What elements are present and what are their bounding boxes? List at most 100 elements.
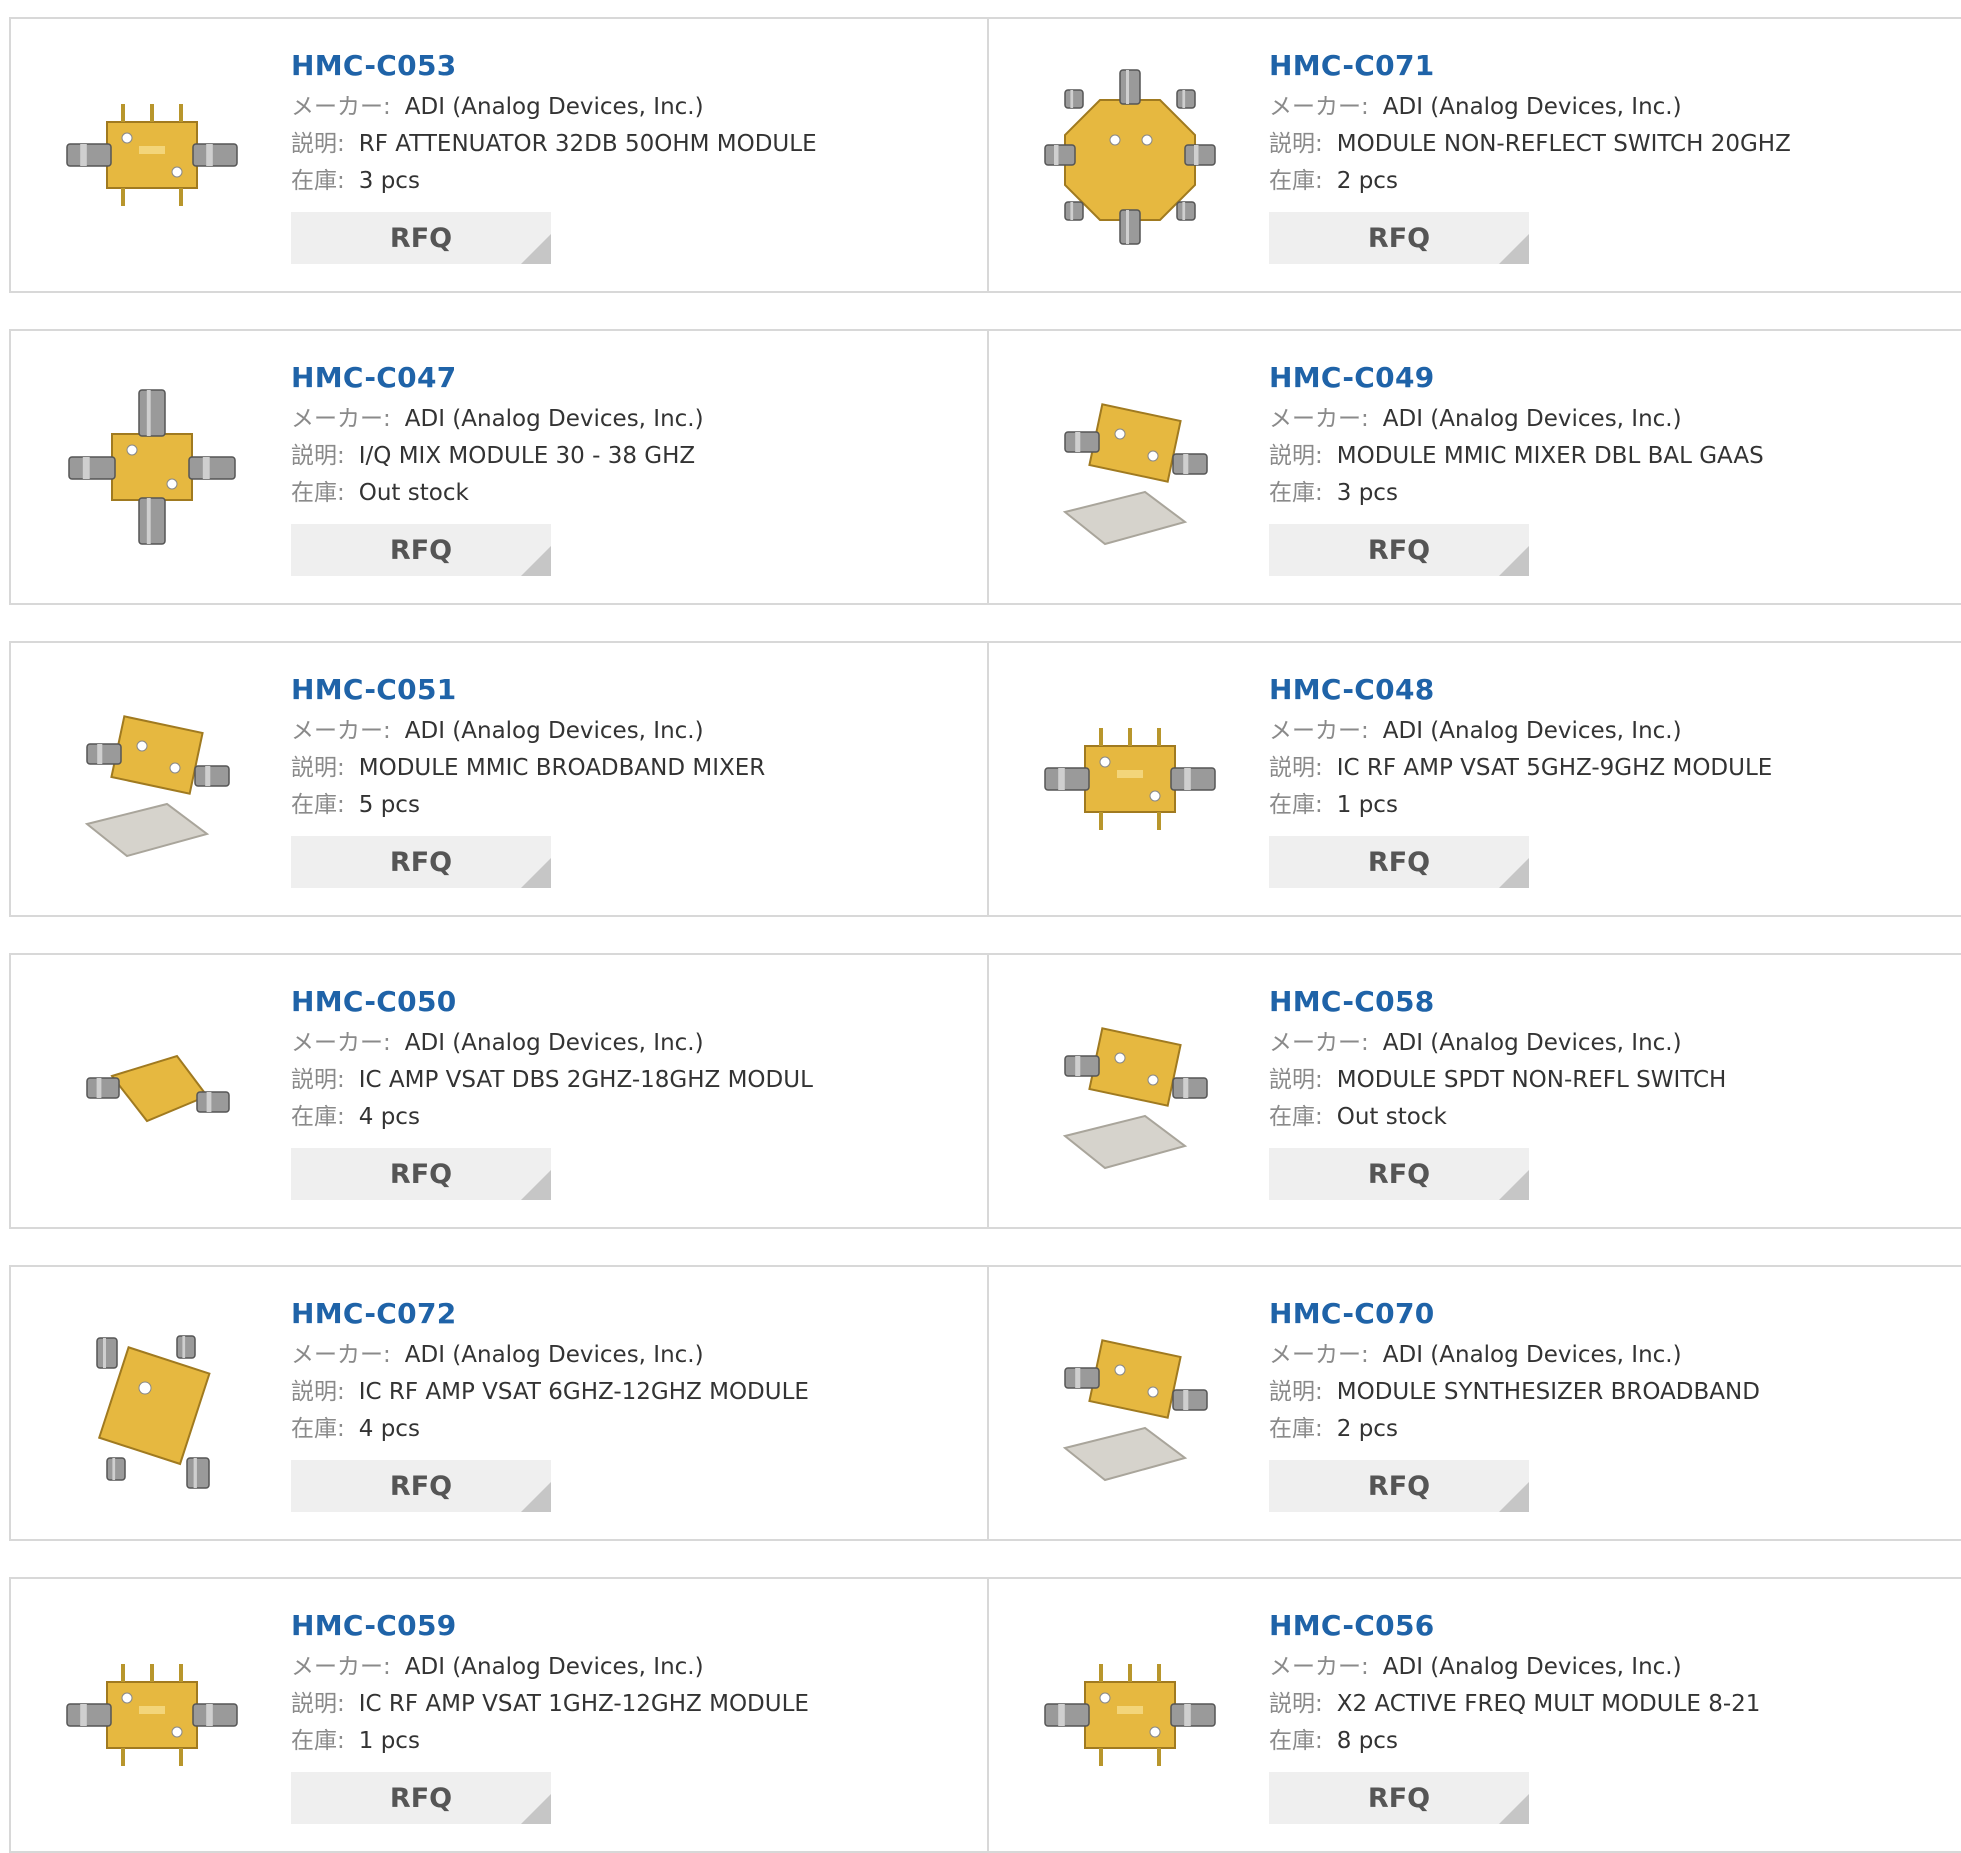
maker-value: ADI (Analog Devices, Inc.) — [1382, 406, 1682, 432]
rfq-button[interactable]: RFQ — [1269, 836, 1529, 888]
part-number-link[interactable]: HMC-C053 — [291, 49, 817, 83]
maker-row: メーカー: ADI (Analog Devices, Inc.) — [291, 1649, 809, 1686]
stock-row: 在庫: 2 pcs — [1269, 163, 1791, 200]
rfq-button[interactable]: RFQ — [1269, 1148, 1529, 1200]
description-row: 説明: X2 ACTIVE FREQ MULT MODULE 8-21 — [1269, 1686, 1760, 1723]
rfq-button-label: RFQ — [1367, 846, 1431, 878]
rfq-button-label: RFQ — [1367, 1470, 1431, 1502]
stock-row: 在庫: 3 pcs — [1269, 475, 1764, 512]
stock-value: 4 pcs — [358, 1104, 420, 1130]
part-number-link[interactable]: HMC-C048 — [1269, 673, 1772, 707]
stock-value: 1 pcs — [358, 1728, 420, 1754]
maker-row: メーカー: ADI (Analog Devices, Inc.) — [1269, 1649, 1760, 1686]
button-corner-decoration — [521, 1794, 551, 1824]
description-row: 説明: MODULE NON-REFLECT SWITCH 20GHZ — [1269, 126, 1791, 163]
product-image[interactable] — [1029, 983, 1231, 1199]
product-card: HMC-C050 メーカー: ADI (Analog Devices, Inc.)… — [9, 953, 989, 1229]
rfq-button[interactable]: RFQ — [291, 1460, 551, 1512]
product-image[interactable] — [1029, 47, 1231, 263]
rfq-button[interactable]: RFQ — [1269, 1772, 1529, 1824]
stock-row: 在庫: 8 pcs — [1269, 1723, 1760, 1760]
part-number-link[interactable]: HMC-C050 — [291, 985, 813, 1019]
rfq-button[interactable]: RFQ — [291, 524, 551, 576]
stock-label: 在庫: — [1269, 1104, 1323, 1130]
product-image[interactable] — [1029, 1295, 1231, 1511]
rfq-button[interactable]: RFQ — [291, 212, 551, 264]
product-image[interactable] — [51, 1607, 253, 1823]
stock-row: 在庫: 4 pcs — [291, 1099, 813, 1136]
description-label: 説明: — [1269, 131, 1323, 157]
description-row: 説明: IC RF AMP VSAT 1GHZ-12GHZ MODULE — [291, 1686, 809, 1723]
part-number-link[interactable]: HMC-C070 — [1269, 1297, 1760, 1331]
description-label: 説明: — [291, 1379, 345, 1405]
maker-label: メーカー: — [291, 94, 391, 120]
product-card: HMC-C072 メーカー: ADI (Analog Devices, Inc.)… — [9, 1265, 989, 1541]
part-number-link[interactable]: HMC-C056 — [1269, 1609, 1760, 1643]
part-number-link[interactable]: HMC-C058 — [1269, 985, 1726, 1019]
description-row: 説明: MODULE MMIC BROADBAND MIXER — [291, 750, 765, 787]
part-number-link[interactable]: HMC-C072 — [291, 1297, 809, 1331]
stock-row: 在庫: 1 pcs — [291, 1723, 809, 1760]
product-card: HMC-C048 メーカー: ADI (Analog Devices, Inc.)… — [987, 641, 1961, 917]
maker-label: メーカー: — [1269, 406, 1369, 432]
description-label: 説明: — [1269, 1691, 1323, 1717]
description-label: 説明: — [291, 1691, 345, 1717]
rfq-button[interactable]: RFQ — [291, 836, 551, 888]
product-image[interactable] — [1029, 359, 1231, 575]
description-label: 説明: — [1269, 443, 1323, 469]
product-image[interactable] — [1029, 1607, 1231, 1823]
part-number-link[interactable]: HMC-C047 — [291, 361, 704, 395]
product-card: HMC-C059 メーカー: ADI (Analog Devices, Inc.)… — [9, 1577, 989, 1853]
stock-label: 在庫: — [1269, 168, 1323, 194]
product-card: HMC-C058 メーカー: ADI (Analog Devices, Inc.)… — [987, 953, 1961, 1229]
maker-label: メーカー: — [1269, 1030, 1369, 1056]
rfq-button[interactable]: RFQ — [291, 1148, 551, 1200]
maker-value: ADI (Analog Devices, Inc.) — [1382, 1654, 1682, 1680]
description-row: 説明: MODULE SPDT NON-REFL SWITCH — [1269, 1062, 1726, 1099]
maker-row: メーカー: ADI (Analog Devices, Inc.) — [291, 401, 704, 438]
part-number-link[interactable]: HMC-C049 — [1269, 361, 1764, 395]
description-value: IC RF AMP VSAT 1GHZ-12GHZ MODULE — [358, 1691, 809, 1717]
description-row: 説明: IC RF AMP VSAT 5GHZ-9GHZ MODULE — [1269, 750, 1772, 787]
product-image[interactable] — [51, 47, 253, 263]
product-info: HMC-C070 メーカー: ADI (Analog Devices, Inc.)… — [1269, 1297, 1760, 1512]
maker-value: ADI (Analog Devices, Inc.) — [1382, 718, 1682, 744]
stock-value: 1 pcs — [1336, 792, 1398, 818]
product-info: HMC-C071 メーカー: ADI (Analog Devices, Inc.)… — [1269, 49, 1791, 264]
description-value: IC AMP VSAT DBS 2GHZ-18GHZ MODUL — [358, 1067, 813, 1093]
description-label: 説明: — [291, 443, 345, 469]
description-row: 説明: I/Q MIX MODULE 30 - 38 GHZ — [291, 438, 704, 475]
rfq-button[interactable]: RFQ — [291, 1772, 551, 1824]
maker-row: メーカー: ADI (Analog Devices, Inc.) — [1269, 401, 1764, 438]
rfq-button-label: RFQ — [1367, 1158, 1431, 1190]
part-number-link[interactable]: HMC-C059 — [291, 1609, 809, 1643]
part-number-link[interactable]: HMC-C051 — [291, 673, 765, 707]
rfq-button[interactable]: RFQ — [1269, 1460, 1529, 1512]
maker-row: メーカー: ADI (Analog Devices, Inc.) — [1269, 89, 1791, 126]
rfq-button[interactable]: RFQ — [1269, 212, 1529, 264]
button-corner-decoration — [1499, 1482, 1529, 1512]
rfq-button-label: RFQ — [389, 846, 453, 878]
maker-row: メーカー: ADI (Analog Devices, Inc.) — [291, 713, 765, 750]
stock-row: 在庫: Out stock — [1269, 1099, 1726, 1136]
stock-label: 在庫: — [1269, 1416, 1323, 1442]
button-corner-decoration — [1499, 546, 1529, 576]
description-row: 説明: IC RF AMP VSAT 6GHZ-12GHZ MODULE — [291, 1374, 809, 1411]
stock-label: 在庫: — [1269, 1728, 1323, 1754]
product-image[interactable] — [1029, 671, 1231, 887]
description-row: 説明: MODULE MMIC MIXER DBL BAL GAAS — [1269, 438, 1764, 475]
product-image[interactable] — [51, 983, 253, 1199]
rfq-button[interactable]: RFQ — [1269, 524, 1529, 576]
product-image[interactable] — [51, 359, 253, 575]
maker-label: メーカー: — [1269, 718, 1369, 744]
stock-label: 在庫: — [291, 792, 345, 818]
maker-label: メーカー: — [291, 718, 391, 744]
part-number-link[interactable]: HMC-C071 — [1269, 49, 1791, 83]
stock-label: 在庫: — [291, 1728, 345, 1754]
product-image[interactable] — [51, 1295, 253, 1511]
description-row: 説明: MODULE SYNTHESIZER BROADBAND — [1269, 1374, 1760, 1411]
maker-row: メーカー: ADI (Analog Devices, Inc.) — [291, 1025, 813, 1062]
product-image[interactable] — [51, 671, 253, 887]
maker-value: ADI (Analog Devices, Inc.) — [404, 1342, 704, 1368]
maker-row: メーカー: ADI (Analog Devices, Inc.) — [1269, 1337, 1760, 1374]
